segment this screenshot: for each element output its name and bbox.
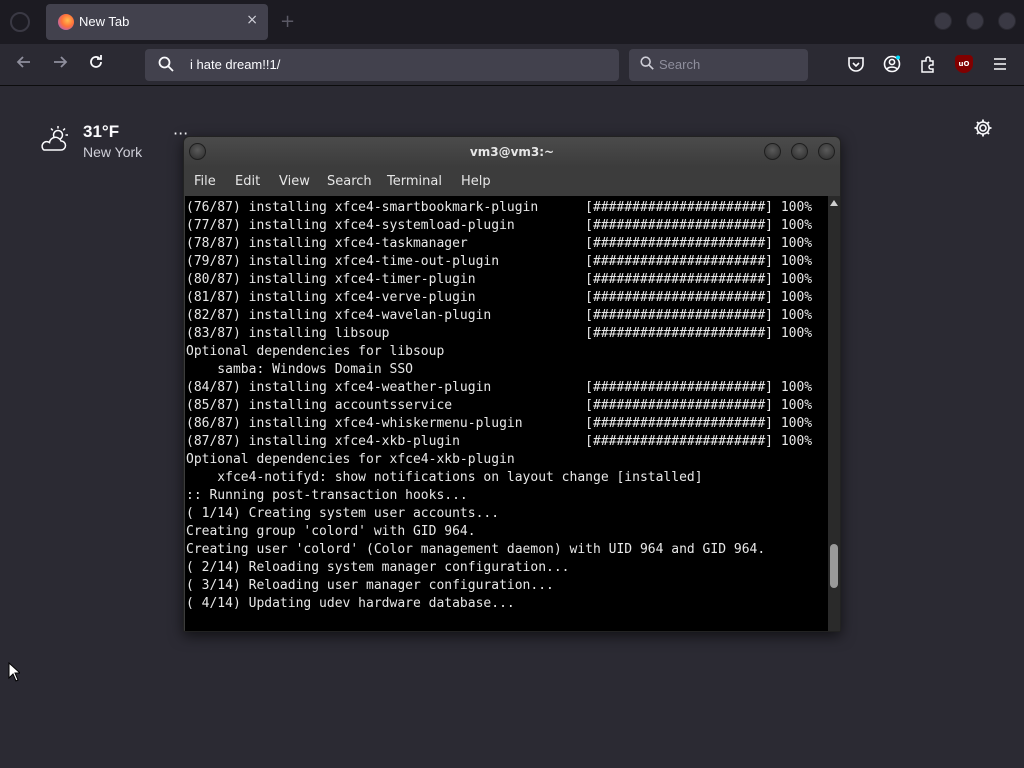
terminal-line: (82/87) installing xfce4-wavelan-plugin … xyxy=(186,308,813,323)
terminal-title: vm3@vm3:~ xyxy=(469,145,555,159)
terminal-line: ( 4/14) Updating udev hardware database.… xyxy=(186,596,515,611)
terminal-line: (78/87) installing xfce4-taskmanager [##… xyxy=(186,236,813,251)
terminal-line: (77/87) installing xfce4-systemload-plug… xyxy=(186,218,813,233)
terminal-output[interactable]: (76/87) installing xfce4-smartbookmark-p… xyxy=(185,196,828,631)
scrollbar-thumb[interactable] xyxy=(830,543,838,588)
menu-terminal[interactable]: Terminal xyxy=(387,174,442,189)
terminal-line: (79/87) installing xfce4-time-out-plugin… xyxy=(186,254,813,269)
menu-view[interactable]: View xyxy=(279,174,310,189)
terminal-line: :: Running post-transaction hooks... xyxy=(186,488,468,503)
terminal-line: Optional dependencies for xfce4-xkb-plug… xyxy=(186,452,515,467)
terminal-window[interactable]: vm3@vm3:~ File Edit View Search Terminal… xyxy=(183,136,841,632)
menu-help[interactable]: Help xyxy=(461,174,491,189)
menu-icon[interactable] xyxy=(991,55,1009,73)
menu-edit[interactable]: Edit xyxy=(235,174,260,189)
tab-title: New Tab xyxy=(79,14,130,29)
terminal-minimize-button[interactable] xyxy=(764,143,781,160)
terminal-menubar: File Edit View Search Terminal Help xyxy=(184,167,840,195)
mouse-cursor-icon xyxy=(8,662,20,682)
reload-button[interactable] xyxy=(84,53,108,76)
tab-bar: New Tab × + xyxy=(0,0,1024,44)
newtab-settings-gear-icon[interactable] xyxy=(973,118,993,138)
terminal-output-lines: (76/87) installing xfce4-smartbookmark-p… xyxy=(186,199,812,613)
terminal-line: (83/87) installing libsoup [############… xyxy=(186,326,813,341)
weather-location: New York xyxy=(83,144,143,160)
back-arrow-icon xyxy=(16,56,30,68)
search-icon xyxy=(158,56,174,72)
terminal-line: (85/87) installing accountsservice [####… xyxy=(186,398,813,413)
maximize-button[interactable] xyxy=(966,12,984,30)
url-input[interactable]: i hate dream!!1/ xyxy=(190,57,280,72)
search-icon xyxy=(640,56,654,70)
menu-search[interactable]: Search xyxy=(327,174,372,189)
terminal-line: Creating user 'colord' (Color management… xyxy=(186,542,766,557)
terminal-line: ( 2/14) Reloading system manager configu… xyxy=(186,560,570,575)
extensions-icon[interactable] xyxy=(919,55,937,73)
minimize-button[interactable] xyxy=(934,12,952,30)
weather-temperature: 31°F xyxy=(83,122,120,141)
terminal-line: samba: Windows Domain SSO xyxy=(186,362,413,377)
forward-button[interactable] xyxy=(48,53,72,76)
url-bar[interactable]: i hate dream!!1/ xyxy=(145,49,619,81)
pocket-icon[interactable] xyxy=(847,55,865,73)
account-icon[interactable] xyxy=(883,55,901,73)
terminal-line: (84/87) installing xfce4-weather-plugin … xyxy=(186,380,813,395)
forward-arrow-icon xyxy=(54,56,68,68)
back-button[interactable] xyxy=(12,53,36,76)
terminal-line: (87/87) installing xfce4-xkb-plugin [###… xyxy=(186,434,813,449)
reload-icon xyxy=(90,55,102,68)
terminal-line: ( 3/14) Reloading user manager configura… xyxy=(186,578,554,593)
terminal-line: ( 1/14) Creating system user accounts... xyxy=(186,506,500,521)
terminal-scrollbar[interactable] xyxy=(828,196,840,631)
tab-close-icon[interactable]: × xyxy=(246,12,258,28)
menu-file[interactable]: File xyxy=(194,174,216,189)
firefox-view-icon[interactable] xyxy=(10,12,30,32)
terminal-maximize-button[interactable] xyxy=(791,143,808,160)
terminal-close-button[interactable] xyxy=(818,143,835,160)
scroll-up-arrow-icon[interactable] xyxy=(830,200,838,206)
terminal-line: (86/87) installing xfce4-whiskermenu-plu… xyxy=(186,416,813,431)
search-bar[interactable]: Search xyxy=(629,49,808,81)
terminal-line: Optional dependencies for libsoup xyxy=(186,344,445,359)
partly-cloudy-icon xyxy=(41,126,68,151)
search-input[interactable]: Search xyxy=(659,57,700,72)
terminal-line: Creating group 'colord' with GID 964. xyxy=(186,524,476,539)
close-window-button[interactable] xyxy=(998,12,1016,30)
firefox-favicon-icon xyxy=(58,14,74,30)
ublock-origin-icon[interactable]: uO xyxy=(955,55,973,73)
terminal-titlebar[interactable]: vm3@vm3:~ xyxy=(184,137,840,167)
tab-new-tab[interactable]: New Tab × xyxy=(46,4,268,40)
terminal-line: xfce4-notifyd: show notifications on lay… xyxy=(186,470,703,485)
navigation-toolbar: i hate dream!!1/ Search uO xyxy=(0,44,1024,86)
new-tab-button[interactable]: + xyxy=(280,11,295,32)
terminal-line: (76/87) installing xfce4-smartbookmark-p… xyxy=(186,200,813,215)
terminal-line: (81/87) installing xfce4-verve-plugin [#… xyxy=(186,290,813,305)
terminal-line: (80/87) installing xfce4-timer-plugin [#… xyxy=(186,272,813,287)
